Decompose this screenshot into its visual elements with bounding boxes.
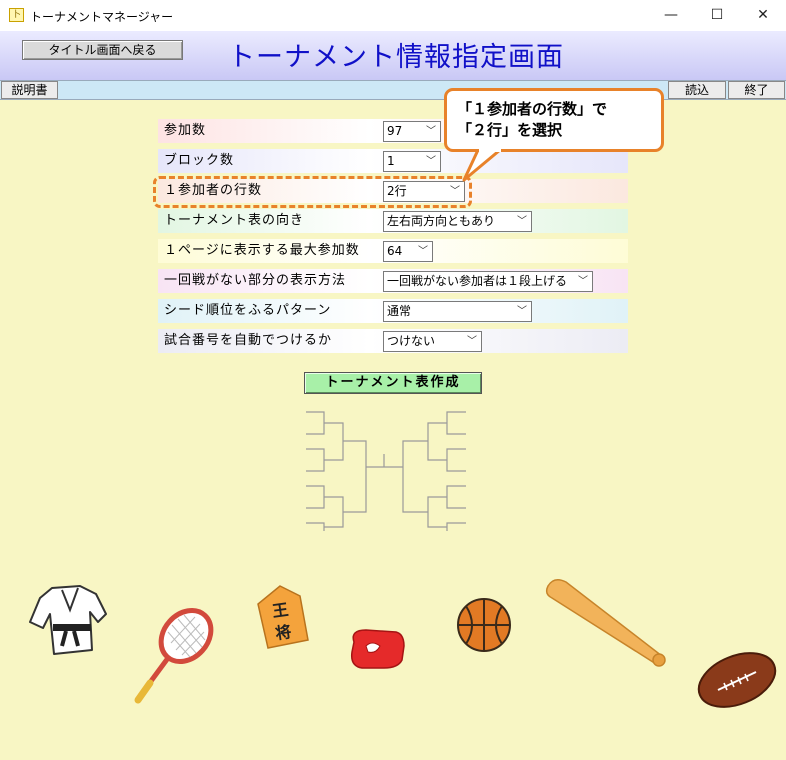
bracket-direction-dropdown[interactable]: 左右両方向ともあり ﹀ xyxy=(383,211,532,232)
load-button[interactable]: 読込 xyxy=(668,81,726,99)
row-bye-display: 一回戦がない部分の表示方法 一回戦がない参加者は１段上げる ﹀ xyxy=(158,269,628,293)
chevron-down-icon: ﹀ xyxy=(517,306,527,317)
callout-highlight xyxy=(153,176,472,208)
participants-dropdown[interactable]: 97 ﹀ xyxy=(383,121,441,142)
match-numbering-value: つけない xyxy=(387,334,436,348)
chevron-down-icon: ﹀ xyxy=(467,336,477,347)
bracket-direction-label: トーナメント表の向き xyxy=(164,213,305,228)
max-per-page-label: １ページに表示する最大参加数 xyxy=(164,243,360,258)
bye-display-dropdown[interactable]: 一回戦がない参加者は１段上げる ﹀ xyxy=(383,271,593,292)
chevron-down-icon: ﹀ xyxy=(517,216,527,227)
chevron-down-icon: ﹀ xyxy=(426,126,436,137)
back-to-title-button[interactable]: タイトル画面へ戻る xyxy=(22,40,183,60)
menu-bar: 説明書 読込 終了 xyxy=(0,80,786,100)
block-count-value: 1 xyxy=(387,154,395,168)
match-numbering-dropdown[interactable]: つけない ﹀ xyxy=(383,331,482,352)
close-button[interactable]: ✕ xyxy=(740,0,786,31)
bracket-direction-value: 左右両方向ともあり xyxy=(387,214,496,228)
block-count-dropdown[interactable]: 1 ﹀ xyxy=(383,151,441,172)
block-count-label: ブロック数 xyxy=(164,153,235,168)
row-seed-pattern: シード順位をふるパターン 通常 ﹀ xyxy=(158,299,628,323)
create-tournament-button[interactable]: トーナメント表作成 xyxy=(304,372,482,394)
page-title: トーナメント情報指定画面 xyxy=(228,42,564,73)
header-banner: タイトル画面へ戻る トーナメント情報指定画面 xyxy=(0,31,786,80)
seed-pattern-label: シード順位をふるパターン xyxy=(164,303,332,318)
row-bracket-direction: トーナメント表の向き 左右両方向ともあり ﹀ xyxy=(158,209,628,233)
chevron-down-icon: ﹀ xyxy=(418,246,428,257)
callout-line-1: 「１参加者の行数」で xyxy=(457,100,608,118)
bye-display-value: 一回戦がない参加者は１段上げる xyxy=(387,274,568,288)
row-max-per-page: １ページに表示する最大参加数 64 ﹀ xyxy=(158,239,628,263)
row-block-count: ブロック数 1 ﹀ xyxy=(158,149,628,173)
chevron-down-icon: ﹀ xyxy=(426,156,436,167)
exit-button[interactable]: 終了 xyxy=(728,81,785,99)
minimize-button[interactable]: — xyxy=(648,0,694,31)
window-titlebar: 卜 トーナメントマネージャー — ☐ ✕ xyxy=(0,0,786,31)
app-icon: 卜 xyxy=(9,8,24,22)
seed-pattern-value: 通常 xyxy=(387,304,412,318)
window-title: トーナメントマネージャー xyxy=(30,10,174,24)
callout-line-2: 「２行」を選択 xyxy=(457,121,563,139)
max-per-page-dropdown[interactable]: 64 ﹀ xyxy=(383,241,433,262)
chevron-down-icon: ﹀ xyxy=(578,276,588,287)
manual-button[interactable]: 説明書 xyxy=(1,81,58,99)
participants-label: 参加数 xyxy=(164,123,207,138)
row-match-numbering: 試合番号を自動でつけるか つけない ﹀ xyxy=(158,329,628,353)
participants-value: 97 xyxy=(387,124,403,138)
seed-pattern-dropdown[interactable]: 通常 ﹀ xyxy=(383,301,532,322)
bye-display-label: 一回戦がない部分の表示方法 xyxy=(164,273,347,288)
callout-box: 「１参加者の行数」で 「２行」を選択 xyxy=(444,88,664,152)
max-per-page-value: 64 xyxy=(387,244,403,258)
callout-pointer-cover xyxy=(479,147,501,152)
maximize-button[interactable]: ☐ xyxy=(694,0,740,31)
match-numbering-label: 試合番号を自動でつけるか xyxy=(164,333,333,348)
